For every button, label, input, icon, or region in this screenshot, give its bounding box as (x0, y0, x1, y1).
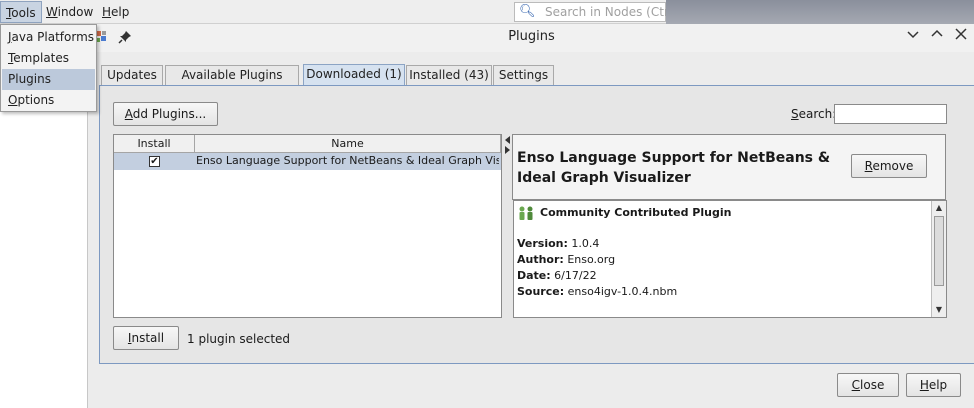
menu-help[interactable]: Help (97, 1, 134, 23)
menu-item-java-platforms[interactable]: Java Platforms (2, 27, 95, 48)
source-field: Source: enso4igv-1.0.4.nbm (517, 285, 677, 298)
menu-tools-label: ools (11, 6, 36, 20)
menu-tools[interactable]: Tools (0, 1, 42, 23)
menu-item-plugins[interactable]: Plugins (2, 69, 95, 90)
maximize-button[interactable] (927, 27, 947, 47)
add-plugins-mnemonic: A (124, 107, 133, 121)
tab-downloaded[interactable]: Downloaded (1) (303, 64, 405, 86)
help-button[interactable]: Help (906, 373, 961, 397)
search-label-mnemonic: S (791, 107, 799, 121)
selection-status: 1 plugin selected (187, 332, 291, 346)
scroll-up-icon[interactable]: ▲ (932, 201, 946, 215)
plugin-name-cell: Enso Language Support for NetBeans & Ide… (196, 154, 499, 167)
chevron-up-icon (931, 29, 943, 37)
tools-dropdown-menu: Java Platforms Templates Plugins Options (0, 24, 97, 112)
install-checkbox[interactable]: ✔ (149, 156, 160, 167)
menu-window-mnemonic: W (46, 5, 58, 19)
menu-item-templates[interactable]: Templates (2, 48, 95, 69)
chevron-down-icon (907, 31, 919, 39)
table-row[interactable]: ✔ Enso Language Support for NetBeans & I… (114, 153, 501, 170)
close-window-button[interactable] (951, 27, 971, 47)
options-label: ptions (17, 93, 55, 107)
close-button[interactable]: Close (837, 373, 899, 397)
plugin-detail-title: Enso Language Support for NetBeans & Ide… (517, 150, 831, 186)
date-value: 6/17/22 (550, 269, 597, 282)
remove-button[interactable]: Remove (851, 154, 927, 178)
plugins-label: Plugins (8, 72, 51, 86)
remove-label: emove (872, 159, 914, 173)
menu-item-options[interactable]: Options (2, 90, 95, 111)
search-input[interactable] (834, 104, 947, 124)
version-field: Version: 1.0.4 (517, 237, 599, 250)
ide-menubar: Tools Window Help 🔍︎ Search in Nodes (Ct… (0, 0, 691, 24)
tab-updates[interactable]: Updates (101, 65, 163, 86)
dialog-titlebar[interactable]: Plugins (88, 24, 974, 52)
version-label: Version: (517, 237, 568, 250)
splitter-handle[interactable] (503, 134, 512, 318)
desktop-background (666, 0, 974, 24)
minimize-button[interactable] (903, 27, 923, 47)
search-label-text: earch: (798, 107, 837, 121)
version-value: 1.0.4 (567, 237, 600, 250)
menu-window-label: indow (57, 5, 94, 19)
close-icon (955, 28, 967, 40)
menu-window[interactable]: Window (41, 1, 98, 23)
install-button[interactable]: Install (113, 326, 179, 350)
java-platforms-label: ava Platforms (11, 30, 95, 44)
author-value: Enso.org (563, 253, 616, 266)
tab-settings[interactable]: Settings (493, 65, 554, 86)
community-icon (519, 206, 533, 220)
plugin-detail-body: Community Contributed Plugin Version: 1.… (513, 200, 947, 318)
author-field: Author: Enso.org (517, 253, 615, 266)
templates-label: emplates (13, 51, 70, 65)
quick-search-box[interactable]: 🔍︎ Search in Nodes (Ctrl+I) (514, 2, 691, 22)
plugins-table: Install Name ✔ Enso Language Support for… (113, 134, 502, 318)
plugin-detail-header: Enso Language Support for NetBeans & Ide… (512, 134, 946, 200)
help-mnemonic: H (919, 378, 929, 392)
tab-installed[interactable]: Installed (43) (406, 65, 492, 86)
detail-scrollbar[interactable]: ▲ ▼ (931, 201, 946, 317)
source-label: Source: (517, 285, 565, 298)
arrow-left-icon (505, 136, 510, 144)
plugins-dialog: Plugins Updates Available Plugins (144) … (87, 24, 974, 408)
scrollbar-thumb[interactable] (934, 216, 944, 286)
dialog-title: Plugins (508, 29, 555, 44)
date-label: Date: (517, 269, 551, 282)
install-label: nstall (131, 331, 165, 345)
date-field: Date: 6/17/22 (517, 269, 597, 282)
column-header-name[interactable]: Name (195, 135, 501, 153)
search-icon: 🔍︎ (519, 4, 536, 19)
close-mnemonic: C (851, 378, 861, 392)
help-label: elp (928, 378, 948, 392)
menu-help-mnemonic: H (102, 5, 112, 19)
arrow-right-icon (505, 146, 510, 154)
scroll-down-icon[interactable]: ▼ (932, 303, 946, 317)
add-plugins-label: dd Plugins... (132, 107, 207, 121)
community-badge-text: Community Contributed Plugin (540, 206, 732, 219)
add-plugins-button[interactable]: Add Plugins... (113, 102, 218, 126)
column-header-install[interactable]: Install (114, 135, 195, 153)
tab-available-plugins[interactable]: Available Plugins (144) (165, 65, 299, 101)
source-value: enso4igv-1.0.4.nbm (564, 285, 678, 298)
close-label: lose (860, 378, 885, 392)
search-label: Search: (791, 107, 836, 121)
menu-help-label: elp (111, 5, 130, 19)
author-label: Author: (517, 253, 564, 266)
